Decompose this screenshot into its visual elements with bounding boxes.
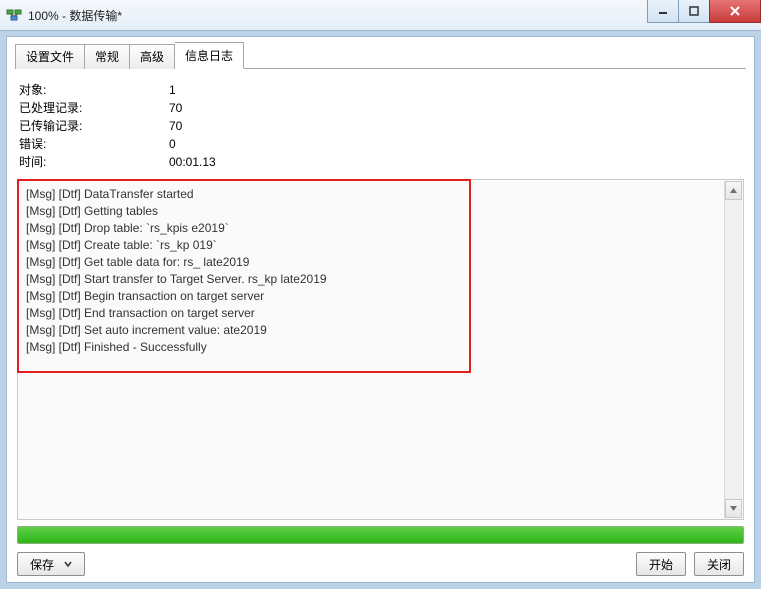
log-area: [Msg] [Dtf] DataTransfer started[Msg] [D… [17,179,744,520]
scroll-up-icon[interactable] [725,181,742,200]
client-area: 设置文件 常规 高级 信息日志 对象: 1 已处理记录: 70 已传输记录: 7… [6,36,755,583]
minimize-button[interactable] [647,0,679,23]
progress-fill [18,527,743,543]
scroll-track[interactable] [725,199,742,500]
log-box[interactable]: [Msg] [Dtf] DataTransfer started[Msg] [D… [17,179,744,520]
log-line: [Msg] [Dtf] Finished - Successfully [26,339,735,356]
log-line: [Msg] [Dtf] Create table: `rs_kp 019` [26,237,735,254]
start-button[interactable]: 开始 [636,552,686,576]
stat-value-errors: 0 [169,135,176,153]
scroll-down-icon[interactable] [725,499,742,518]
chevron-down-icon [64,557,72,571]
stat-label-errors: 错误: [19,135,169,153]
log-line: [Msg] [Dtf] Set auto increment value: at… [26,322,735,339]
stat-label-objects: 对象: [19,81,169,99]
stat-label-time: 时间: [19,153,169,171]
tab-advanced[interactable]: 高级 [130,44,175,69]
close-window-button[interactable] [709,0,761,23]
log-line: [Msg] [Dtf] Getting tables [26,203,735,220]
log-line: [Msg] [Dtf] Start transfer to Target Ser… [26,271,735,288]
start-button-label: 开始 [649,556,673,573]
log-line: [Msg] [Dtf] Get table data for: rs_ late… [26,254,735,271]
progress-bar [17,526,744,544]
log-line: [Msg] [Dtf] Drop table: `rs_kpis e2019` [26,220,735,237]
log-lines: [Msg] [Dtf] DataTransfer started[Msg] [D… [18,180,743,362]
stat-label-transferred: 已传输记录: [19,117,169,135]
close-button-label: 关闭 [707,556,731,573]
log-line: [Msg] [Dtf] Begin transaction on target … [26,288,735,305]
tab-settings-file[interactable]: 设置文件 [15,44,85,69]
stat-value-objects: 1 [169,81,176,99]
stat-value-time: 00:01.13 [169,153,216,171]
tab-message-log[interactable]: 信息日志 [175,42,244,69]
bottom-bar: 保存 开始 关闭 [15,548,746,576]
log-line: [Msg] [Dtf] End transaction on target se… [26,305,735,322]
vertical-scrollbar[interactable] [724,181,742,518]
stat-value-transferred: 70 [169,117,182,135]
stat-value-processed: 70 [169,99,182,117]
window-controls [648,0,761,22]
stats-block: 对象: 1 已处理记录: 70 已传输记录: 70 错误: 0 时间: 00:0… [19,81,742,171]
save-button-label: 保存 [30,556,54,573]
close-button[interactable]: 关闭 [694,552,744,576]
app-icon [6,7,22,23]
tab-general[interactable]: 常规 [85,44,130,69]
log-line: [Msg] [Dtf] DataTransfer started [26,186,735,203]
tabstrip: 设置文件 常规 高级 信息日志 [15,45,746,69]
maximize-button[interactable] [678,0,710,23]
titlebar: 100% - 数据传输* [0,0,761,31]
save-button[interactable]: 保存 [17,552,85,576]
stat-label-processed: 已处理记录: [19,99,169,117]
